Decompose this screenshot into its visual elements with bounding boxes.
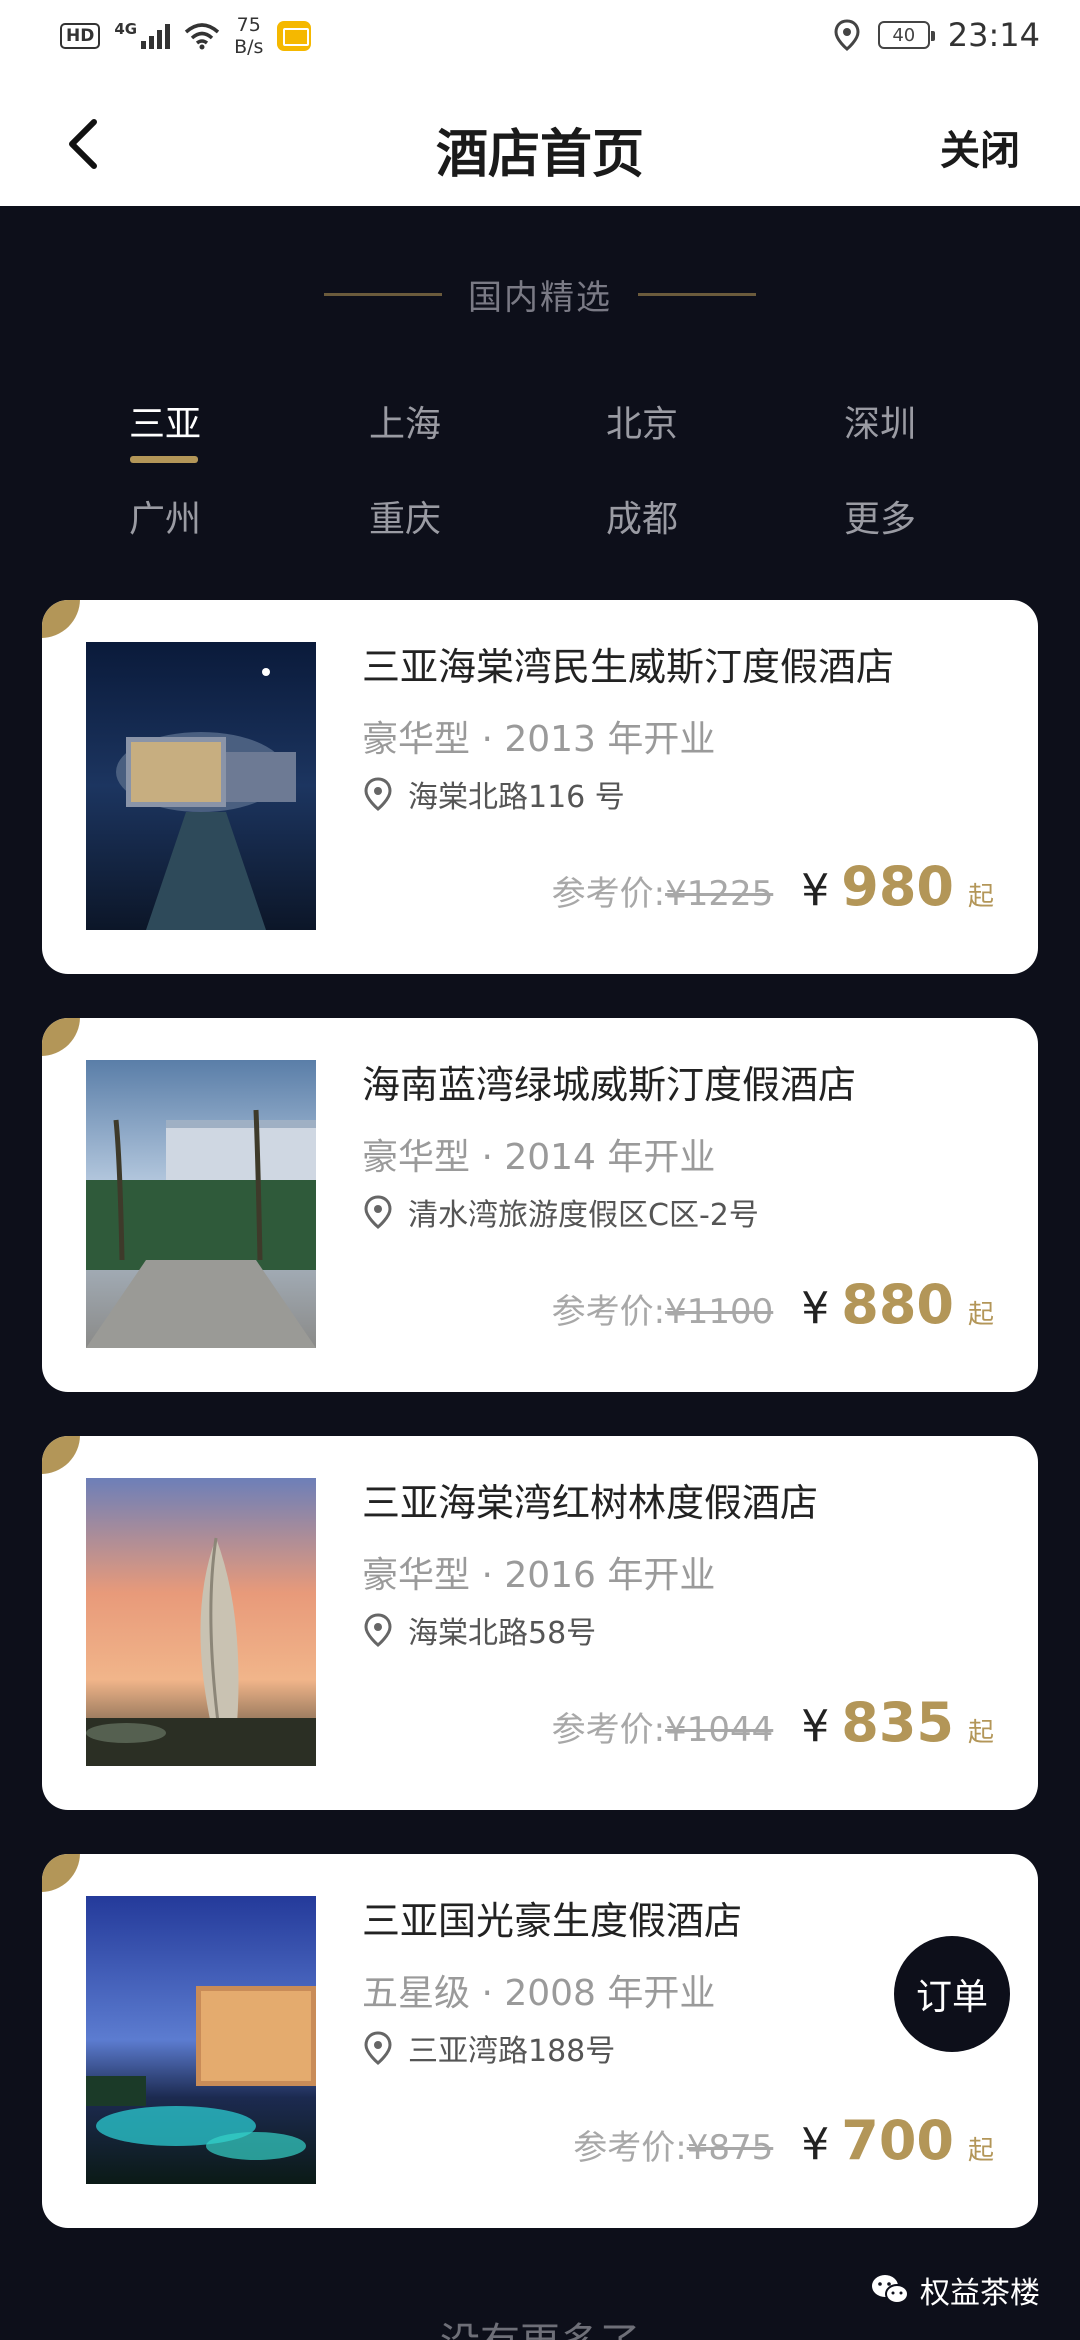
ref-price-label: 参考价: (573, 2128, 687, 2168)
price-value: 835 (841, 1691, 954, 1754)
city-tab-beijing[interactable]: 北京 (557, 395, 727, 447)
status-bar: HD 4G 75 B/s 40 23:14 (0, 0, 1080, 76)
ref-price: ¥1100 (665, 1292, 774, 1332)
section-header: 国内精选 (0, 270, 1080, 319)
hotel-address: 清水湾旅游度假区C区-2号 (362, 1190, 759, 1234)
hotel-address-text: 三亚湾路188号 (408, 2034, 616, 2069)
city-tab-more[interactable]: 更多 (795, 490, 965, 542)
card-corner-badge (42, 1854, 80, 1892)
hotel-meta: 豪华型 · 2013 年开业 (362, 719, 716, 760)
nav-bar: 酒店首页 关闭 (0, 76, 1080, 206)
city-tab-chongqing[interactable]: 重庆 (320, 490, 490, 542)
ref-price-label: 参考价: (551, 874, 666, 914)
ref-price-label: 参考价: (551, 1710, 666, 1750)
active-tab-indicator (130, 456, 198, 463)
hotel-photo (86, 1060, 316, 1348)
price-value: 700 (841, 2109, 954, 2172)
hotel-card[interactable]: 三亚国光豪生度假酒店 五星级 · 2008 年开业 三亚湾路188号 参考价: … (42, 1854, 1038, 2228)
hotel-price: 参考价: ¥1100 ¥ 880 起 (552, 1273, 994, 1336)
location-pin-icon (364, 1613, 392, 1647)
status-right: 40 23:14 (834, 16, 1040, 54)
wifi-icon (184, 23, 220, 50)
currency-symbol: ¥ (801, 865, 830, 916)
close-button[interactable]: 关闭 (940, 118, 1020, 176)
hotel-name: 三亚国光豪生度假酒店 (362, 1899, 743, 1943)
ref-price-label: 参考价: (551, 1292, 666, 1332)
price-value: 880 (841, 1273, 954, 1336)
message-icon (277, 21, 312, 51)
currency-symbol: ¥ (801, 2119, 830, 2170)
no-more-text: 没有更多了 (0, 2310, 1080, 2340)
currency-symbol: ¥ (801, 1701, 830, 1752)
hotel-address: 海棠北路116 号 (362, 772, 625, 816)
city-tab-sanya[interactable]: 三亚 (80, 395, 250, 447)
hotel-price: 参考价: ¥1225 ¥ 980 起 (552, 855, 994, 918)
hotel-meta: 豪华型 · 2014 年开业 (362, 1137, 716, 1178)
hotel-price: 参考价: ¥1044 ¥ 835 起 (552, 1691, 994, 1754)
hotel-address-text: 海棠北路116 号 (408, 780, 625, 815)
hotel-address-text: 清水湾旅游度假区C区-2号 (408, 1198, 759, 1233)
wechat-icon (872, 2275, 909, 2304)
network-type: 4G (114, 20, 138, 38)
currency-symbol: ¥ (801, 1283, 830, 1334)
page-title: 酒店首页 (435, 125, 644, 185)
net-speed: 75 B/s (234, 14, 263, 58)
hotel-address: 三亚湾路188号 (362, 2026, 615, 2070)
price-value: 980 (841, 855, 954, 918)
divider-left (324, 293, 442, 296)
card-corner-badge (42, 1018, 80, 1056)
signal-icon (141, 23, 171, 49)
location-icon (834, 19, 860, 51)
hotel-meta: 豪华型 · 2016 年开业 (362, 1555, 716, 1596)
hotel-meta: 五星级 · 2008 年开业 (362, 1973, 716, 2014)
order-button[interactable]: 订单 (894, 1936, 1010, 2052)
clock: 23:14 (947, 16, 1040, 54)
location-pin-icon (364, 777, 392, 811)
divider-right (638, 293, 756, 296)
status-left: HD 4G 75 B/s (60, 14, 312, 58)
ref-price: ¥1044 (665, 1710, 774, 1750)
hotel-card[interactable]: 三亚海棠湾红树林度假酒店 豪华型 · 2016 年开业 海棠北路58号 参考价:… (42, 1436, 1038, 1810)
hotel-photo (86, 1478, 316, 1766)
ref-price: ¥1225 (665, 874, 774, 914)
section-title: 国内精选 (468, 278, 612, 318)
price-suffix: 起 (967, 1718, 994, 1748)
card-corner-badge (42, 600, 80, 638)
city-tab-shenzhen[interactable]: 深圳 (795, 395, 965, 447)
hotel-address: 海棠北路58号 (362, 1608, 596, 1652)
hd-badge: HD (60, 23, 101, 49)
location-pin-icon (364, 2031, 392, 2065)
card-corner-badge (42, 1436, 80, 1474)
hotel-address-text: 海棠北路58号 (408, 1616, 597, 1651)
price-suffix: 起 (967, 1300, 994, 1330)
hotel-photo (86, 642, 316, 930)
city-tab-guangzhou[interactable]: 广州 (80, 490, 250, 542)
ref-price: ¥875 (686, 2128, 774, 2168)
city-tab-chengdu[interactable]: 成都 (557, 490, 727, 542)
hotel-photo (86, 1896, 316, 2184)
city-tab-shanghai[interactable]: 上海 (320, 395, 490, 447)
hotel-card[interactable]: 三亚海棠湾民生威斯汀度假酒店 豪华型 · 2013 年开业 海棠北路116 号 … (42, 600, 1038, 974)
hotel-card[interactable]: 海南蓝湾绿城威斯汀度假酒店 豪华型 · 2014 年开业 清水湾旅游度假区C区-… (42, 1018, 1038, 1392)
hotel-name: 海南蓝湾绿城威斯汀度假酒店 (362, 1063, 857, 1107)
net-speed-value: 75 (236, 14, 261, 36)
watermark: 权益茶楼 (870, 2268, 1040, 2312)
hotel-name: 三亚海棠湾民生威斯汀度假酒店 (362, 645, 895, 689)
watermark-text: 权益茶楼 (920, 2276, 1040, 2311)
price-suffix: 起 (967, 882, 994, 912)
hotel-name: 三亚海棠湾红树林度假酒店 (362, 1481, 819, 1525)
location-pin-icon (364, 1195, 392, 1229)
price-suffix: 起 (967, 2136, 994, 2166)
battery-icon: 40 (877, 21, 935, 49)
hotel-price: 参考价: ¥875 ¥ 700 起 (573, 2109, 994, 2172)
net-speed-unit: B/s (234, 36, 264, 58)
